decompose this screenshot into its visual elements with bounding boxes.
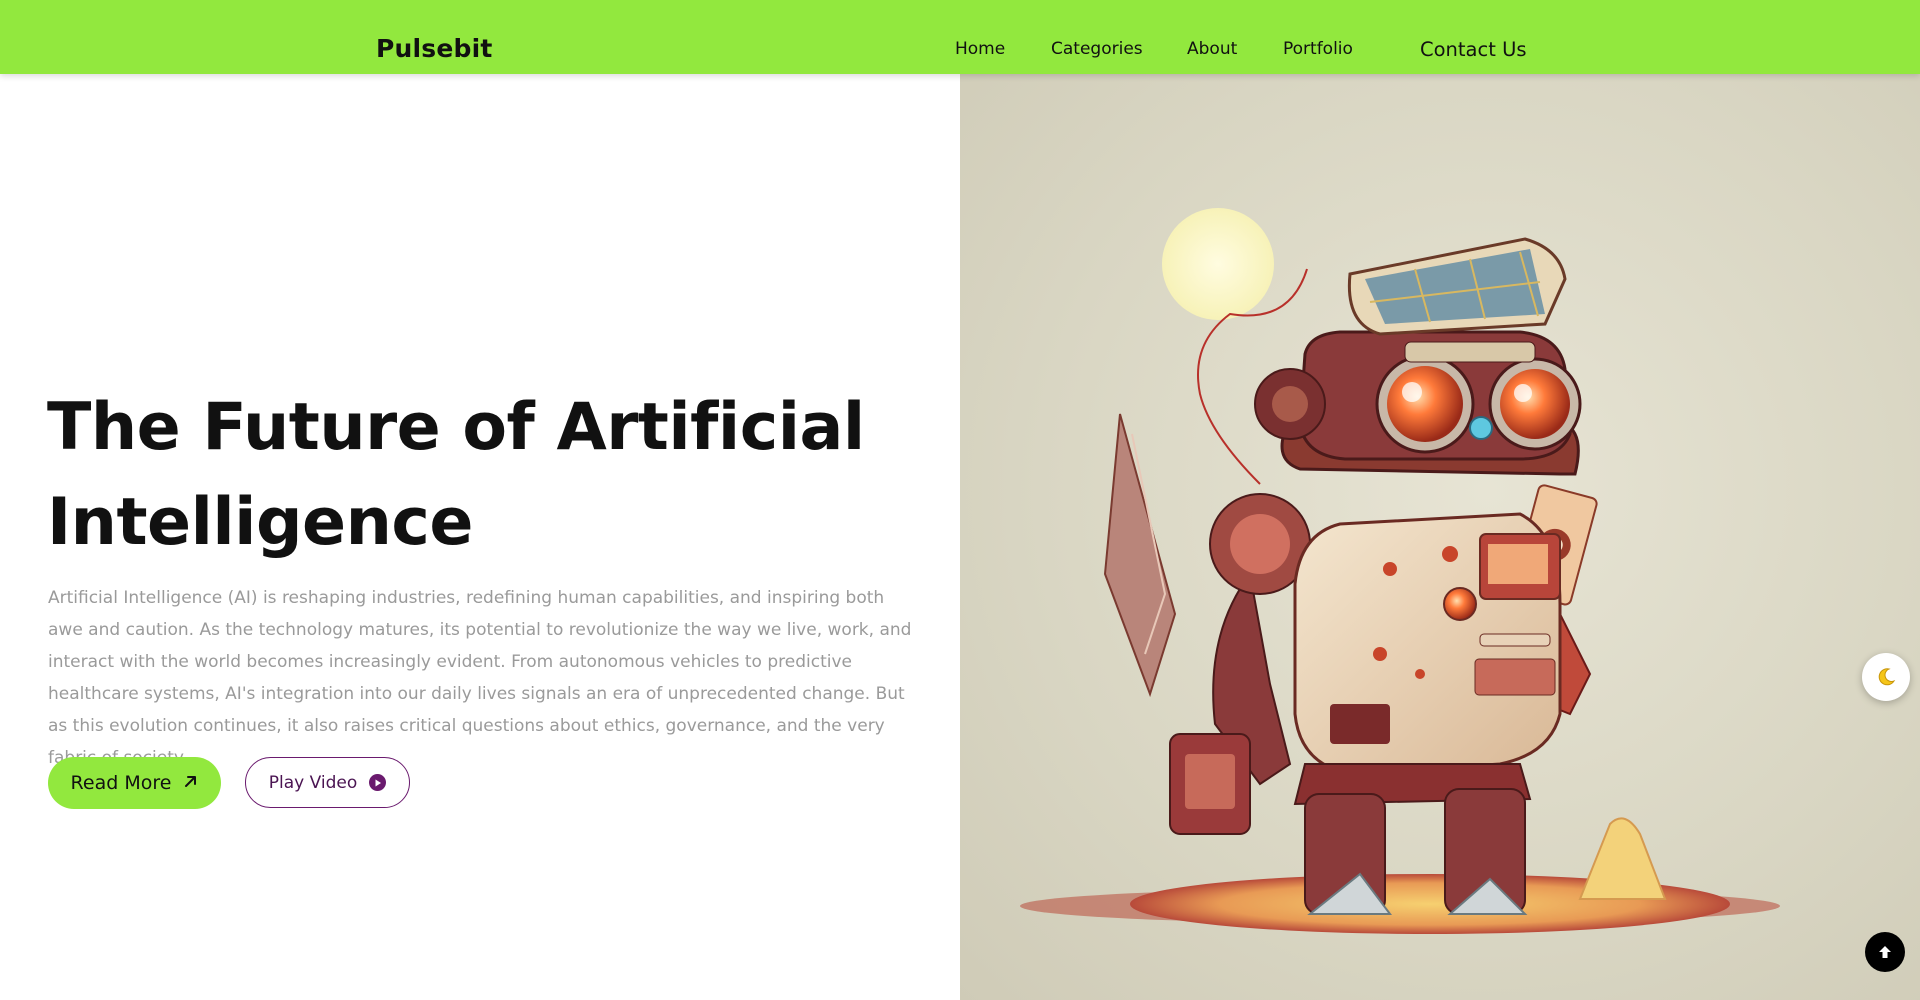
nav-link-contact-us[interactable]: Contact Us [1420, 38, 1527, 61]
nav-link-about[interactable]: About [1187, 39, 1237, 59]
top-navbar: Pulsebit Home Categories About Portfolio… [0, 0, 1920, 74]
hero-description: Artificial Intelligence (AI) is reshapin… [48, 588, 912, 768]
arrow-up-right-icon [183, 772, 198, 794]
robot-illustration [1020, 208, 1780, 934]
brand-logo[interactable]: Pulsebit [376, 34, 493, 63]
moon-icon[interactable] [1862, 653, 1910, 701]
hero-title: The Future of Artificial Intelligence [47, 390, 865, 560]
nav-link-home[interactable]: Home [955, 39, 1005, 59]
play-video-label: Play Video [268, 772, 358, 793]
sun-shape [1162, 208, 1274, 320]
nav-link-portfolio[interactable]: Portfolio [1283, 39, 1353, 59]
play-video-button[interactable]: Play Video [245, 757, 410, 808]
read-more-button[interactable]: Read More [48, 757, 221, 809]
read-more-label: Read More [70, 772, 172, 794]
play-circle-icon [369, 774, 387, 791]
hero-image-panel [960, 74, 1920, 1000]
nav-link-categories[interactable]: Categories [1051, 39, 1143, 59]
arrow-up-icon[interactable] [1865, 932, 1905, 972]
